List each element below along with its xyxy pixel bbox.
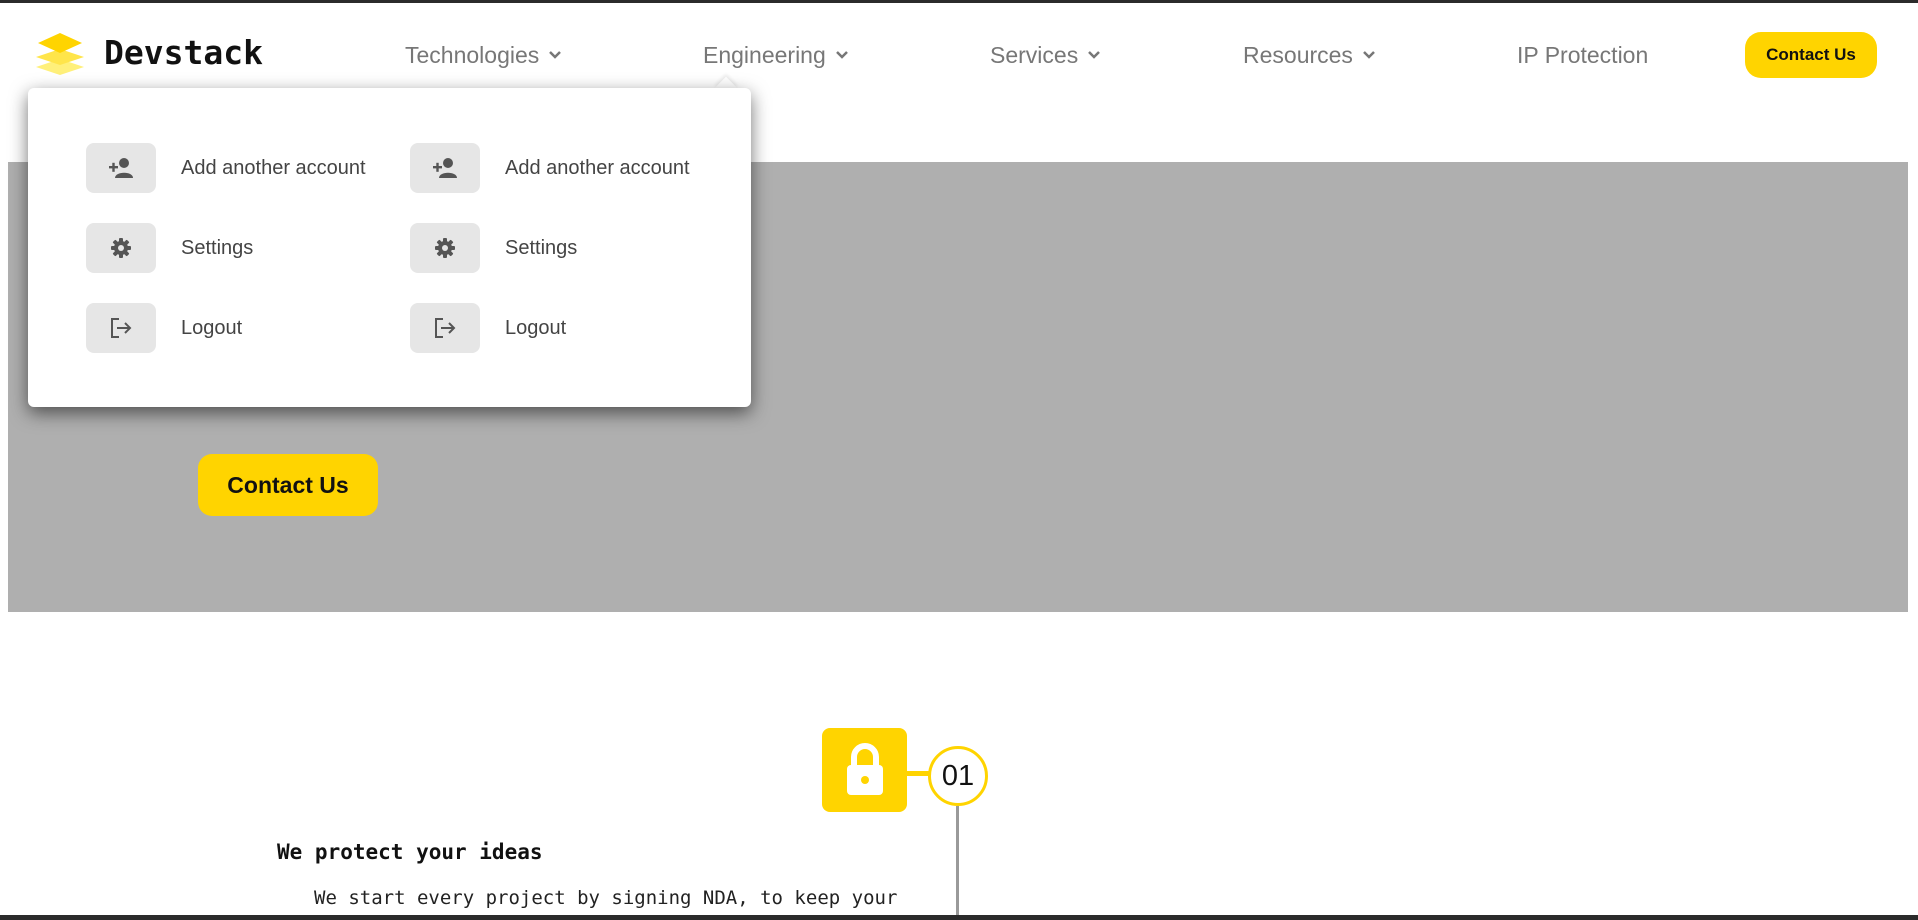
nav-technologies[interactable]: Technologies [405,40,563,70]
brand-name[interactable]: Devstack [104,33,263,72]
bottom-border [0,915,1918,920]
logo-icon[interactable] [34,29,86,77]
nav-label: IP Protection [1517,41,1649,68]
site-header: Devstack Technologies Engineering Servic… [0,3,1918,101]
chevron-down-icon [1363,51,1375,59]
feature-lock-tile [822,728,907,812]
feature-description: We start every project by signing NDA, t… [314,887,898,909]
hero-contact-button[interactable]: Contact Us [198,454,378,516]
account-dropdown-menu: Add another account Settings Logout Add … [28,88,751,407]
menu-item-label: Settings [181,236,254,259]
chevron-down-icon [549,51,562,59]
menu-item-label: Settings [505,236,578,259]
header-contact-button[interactable]: Contact Us [1745,32,1877,78]
timeline-line [956,806,959,918]
add-user-icon [410,143,480,193]
nav-label: Resources [1243,41,1353,68]
logout-icon [86,303,156,353]
menu-item-add-account[interactable]: Add another account [410,143,690,193]
add-user-icon [86,143,156,193]
nav-resources[interactable]: Resources [1243,40,1377,70]
menu-item-settings[interactable]: Settings [86,223,253,273]
menu-item-logout[interactable]: Logout [410,303,566,353]
nav-label: Engineering [703,41,826,68]
feature-connector [907,771,930,776]
menu-item-label: Logout [181,316,243,339]
chevron-down-icon [1088,51,1101,59]
menu-item-label: Add another account [181,156,366,179]
logout-icon [410,303,480,353]
menu-item-label: Logout [505,316,567,339]
menu-item-label: Add another account [505,156,690,179]
gear-icon [410,223,480,273]
menu-item-logout[interactable]: Logout [86,303,242,353]
gear-icon [86,223,156,273]
nav-label: Services [990,41,1079,68]
step-number-badge: 01 [928,746,988,806]
menu-item-add-account[interactable]: Add another account [86,143,366,193]
chevron-down-icon [835,51,848,59]
lock-icon [846,743,883,795]
nav-ip-protection[interactable]: IP Protection [1517,40,1648,70]
menu-item-settings[interactable]: Settings [410,223,577,273]
feature-title: We protect your ideas [277,840,543,864]
nav-engineering[interactable]: Engineering [703,40,850,70]
nav-label: Technologies [405,41,540,68]
nav-services[interactable]: Services [990,40,1102,70]
